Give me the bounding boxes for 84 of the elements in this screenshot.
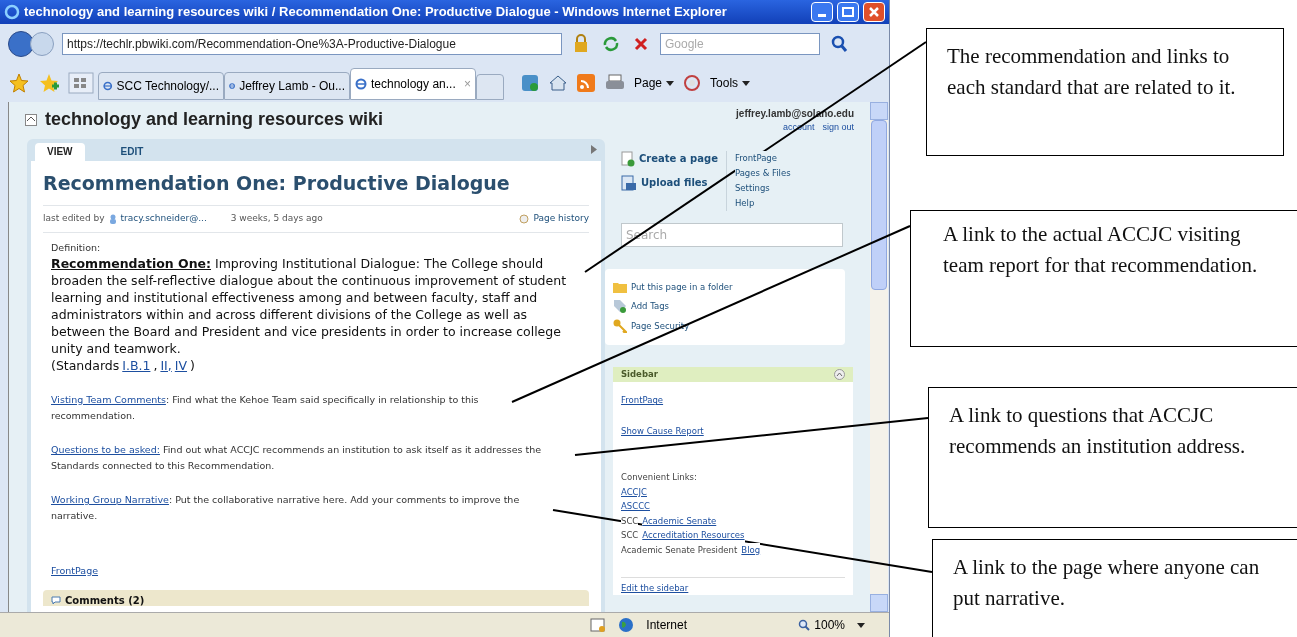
page-tab[interactable]: EDIT [108, 142, 156, 161]
section-description: Questions to be asked: Find out what ACCJC recommends an institution to ask itself as it addresses the Standards connected to this Recommendation. [51, 442, 543, 473]
sidebar-link[interactable]: Accreditation Resources [642, 528, 745, 543]
dropdown-caret-icon[interactable] [666, 80, 675, 86]
nav-link[interactable]: FrontPage [734, 150, 777, 166]
minimize-button[interactable] [811, 2, 833, 22]
frontpage-link[interactable]: FrontPage [51, 563, 99, 578]
rss-icon[interactable] [576, 73, 596, 93]
browser-tab[interactable]: Jeffrey Lamb - Ou... [224, 72, 350, 100]
page-history-link[interactable]: Page history [533, 212, 589, 226]
status-page-icon [590, 617, 607, 633]
collapse-button[interactable] [834, 369, 845, 381]
comments-heading[interactable]: Comments (2) [65, 592, 145, 608]
favorites-star-icon[interactable] [8, 72, 30, 94]
wiki-title[interactable]: technology and learning resources wiki [45, 106, 384, 133]
page-globe-icon [103, 80, 113, 92]
callout-text: The recommendation and links to each standard that are related to it. [947, 43, 1237, 101]
address-field[interactable]: https://techlr.pbwiki.com/Recommendation-One%3A-Productive-Dialogue [62, 33, 562, 55]
browser-tab[interactable]: SCC Technology/... [98, 72, 224, 100]
section-description: Visting Team Comments: Find what the Kehoe Team said specifically in relationship to this recommendation. [51, 392, 480, 423]
standard-link[interactable]: IV [174, 356, 188, 374]
quick-tabs-icon[interactable] [68, 72, 94, 94]
section-description: Working Group Narrative: Put the collaborative narrative here. Add your comments to improve the narrative. [51, 492, 521, 523]
browser-tab[interactable]: technology an... × [350, 68, 476, 100]
clock-icon [519, 213, 530, 224]
callout-text: A link to the actual ACCJC visiting team report for that recommendation. [943, 220, 1259, 279]
standard-link[interactable]: II, [160, 356, 172, 374]
window-title: technology and learning resources wiki / Recommendation One: Productive Dialogue - Windows Internet Explorer [24, 3, 728, 22]
folder-icon [613, 280, 627, 293]
new-page-icon [621, 150, 635, 167]
zone-label: Internet [646, 617, 688, 634]
back-button[interactable] [8, 31, 34, 57]
page-globe-icon [229, 80, 236, 92]
primary-action-link[interactable]: Create a page [639, 151, 718, 166]
dropdown-caret-icon[interactable] [742, 80, 751, 86]
definition-label: Definition: [51, 240, 102, 255]
edited-time: 3 weeks, 5 days ago [230, 212, 324, 225]
callout-text: A link to the page where anyone can put narrative. [953, 553, 1261, 612]
key-icon [613, 319, 627, 334]
browser-icon [4, 4, 20, 20]
sidebar-title: Sidebar [621, 368, 658, 382]
add-favorite-icon[interactable] [38, 72, 60, 94]
tag-icon [613, 299, 627, 314]
scrollbar[interactable] [870, 102, 888, 612]
sidebar-link[interactable]: ASCCC [621, 499, 650, 514]
sidebar-link[interactable]: FrontPage [621, 394, 664, 407]
home-icon[interactable] [25, 113, 37, 126]
edit-sidebar-link[interactable]: Edit the sidebar [621, 583, 689, 594]
command-menu[interactable]: Page [634, 74, 663, 92]
globe-icon [618, 617, 635, 633]
close-button[interactable] [863, 2, 885, 22]
zoom-level[interactable]: 100% [814, 616, 845, 634]
page-globe-icon [355, 78, 367, 90]
callout-text: A link to questions that ACCJC recommends an institution address. [949, 402, 1247, 461]
upload-icon [621, 174, 637, 191]
standards-text: (Standards [51, 356, 120, 374]
editor-link[interactable]: tracy.schneider@... [120, 212, 207, 226]
section-link[interactable]: Working Group Narrative [51, 493, 169, 505]
new-tab-button[interactable] [476, 74, 504, 100]
zoom-dropdown-icon[interactable] [857, 622, 865, 628]
links-label: Convenient Links: [621, 470, 698, 484]
expand-arrow-icon[interactable] [591, 144, 597, 154]
speech-bubble-icon [51, 595, 61, 605]
standards-text: , [153, 356, 158, 374]
page-tool-link[interactable]: Put this page in a folder [631, 280, 733, 294]
primary-action-link[interactable]: Upload files [641, 175, 708, 190]
section-link[interactable]: Questions to be asked: [51, 443, 160, 455]
account-link[interactable]: sign out [822, 121, 854, 135]
section-link[interactable]: Visting Team Comments [51, 393, 166, 405]
sidebar-link[interactable]: Show Cause Report [621, 425, 704, 438]
forward-button[interactable] [30, 32, 54, 56]
maximize-button[interactable] [837, 2, 859, 22]
page-tab[interactable]: VIEW [35, 142, 85, 161]
page-heading: Recommendation One: Productive Dialogue [43, 168, 589, 206]
close-icon[interactable] [869, 7, 879, 17]
standards-text: ) [190, 356, 195, 374]
user-icon [108, 213, 117, 224]
standard-link[interactable]: I.B.1 [122, 356, 151, 374]
home-icon[interactable] [548, 73, 568, 93]
recommendation-text: Recommendation One: Improving Institutional Dialogue: The College should broaden the self-reflective dialogue about the continuous improvement of student learning and institutional effectiveness among and between faculty, staff and administrators within and across different divisions of the College as well as between the Board and President and vice presidents in order to increase college unity and teamwork. [51, 254, 568, 357]
page-tool-link[interactable]: Add Tags [631, 299, 669, 313]
edited-label: last edited by [43, 212, 105, 225]
command-menu[interactable]: Tools [710, 74, 739, 92]
magnifier-icon[interactable] [798, 619, 811, 631]
